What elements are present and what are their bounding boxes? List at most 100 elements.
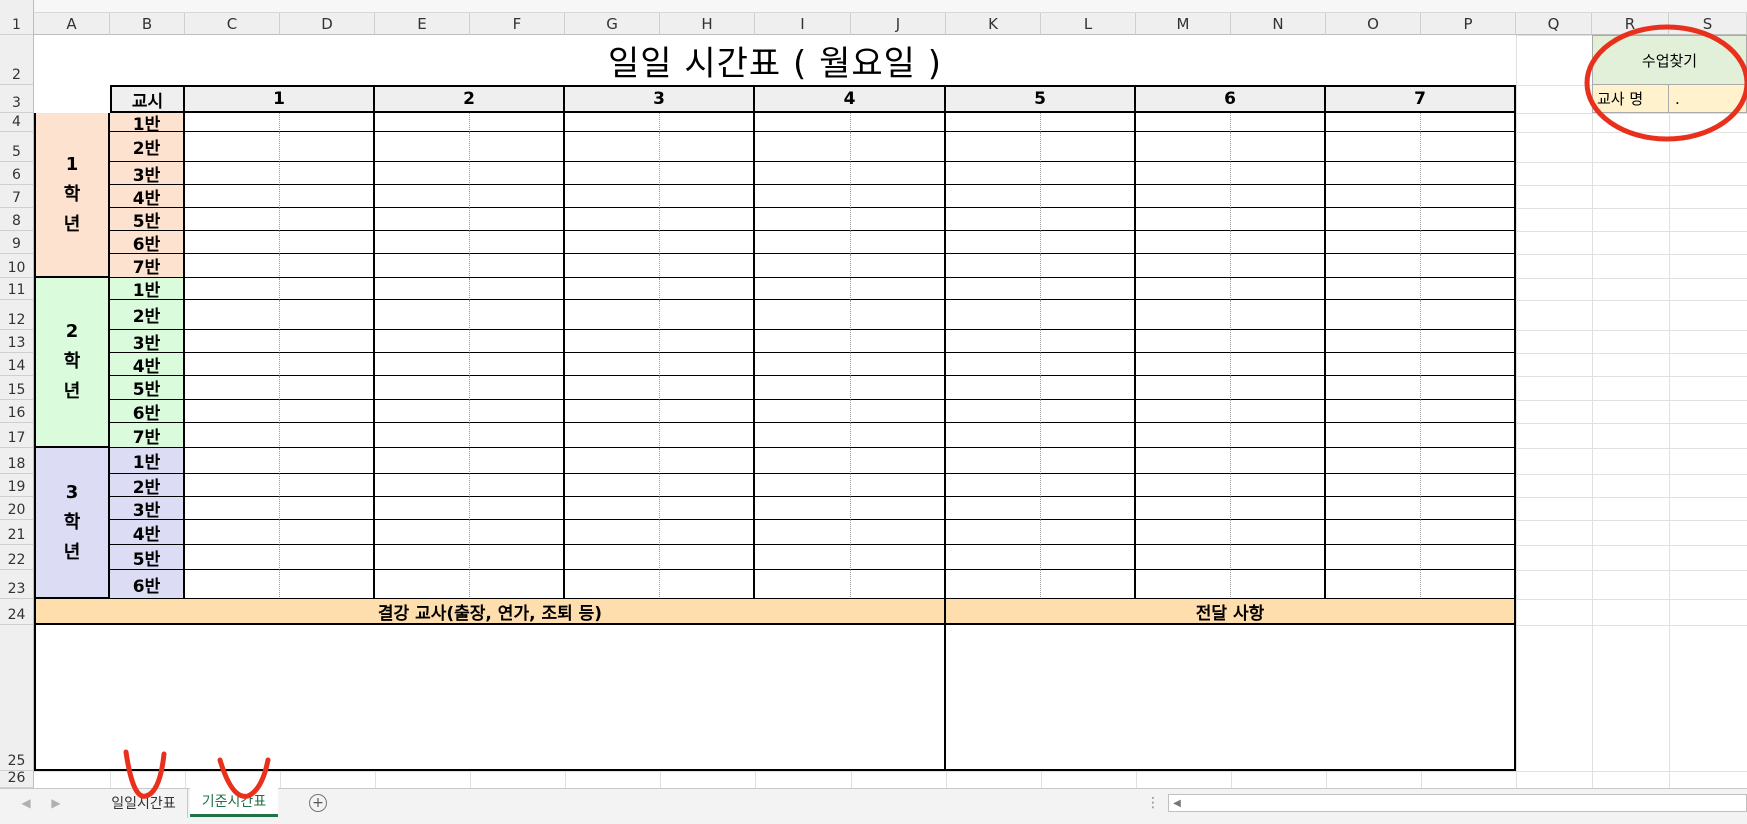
row-header-23[interactable]: 23 — [0, 570, 34, 599]
timetable-cell[interactable] — [470, 400, 565, 423]
timetable-cell[interactable] — [1326, 254, 1421, 278]
timetable-cell[interactable] — [1231, 185, 1326, 208]
timetable-cell[interactable] — [280, 474, 375, 497]
timetable-cell[interactable] — [755, 376, 851, 400]
timetable-cell[interactable] — [1421, 162, 1516, 185]
timetable-cell[interactable] — [1136, 353, 1231, 376]
timetable-cell[interactable] — [1421, 185, 1516, 208]
timetable-cell[interactable] — [470, 300, 565, 330]
column-header-Q[interactable]: Q — [1516, 13, 1592, 35]
timetable-cell[interactable] — [375, 132, 470, 162]
timetable-cell[interactable] — [946, 520, 1041, 545]
timetable-cell[interactable] — [185, 208, 280, 231]
add-sheet-icon[interactable]: + — [309, 794, 327, 812]
column-header-J[interactable]: J — [851, 13, 946, 35]
timetable-cell[interactable] — [375, 400, 470, 423]
timetable-cell[interactable] — [280, 330, 375, 353]
timetable-cell[interactable] — [1136, 113, 1231, 132]
timetable-cell[interactable] — [1231, 300, 1326, 330]
timetable-cell[interactable] — [470, 278, 565, 300]
row-header-14[interactable]: 14 — [0, 353, 34, 376]
timetable-cell[interactable] — [851, 474, 946, 497]
row-header-5[interactable]: 5 — [0, 132, 34, 162]
horizontal-scrollbar[interactable] — [1168, 794, 1747, 812]
timetable-cell[interactable] — [470, 132, 565, 162]
scroll-left-icon[interactable]: ◀ — [18, 795, 34, 811]
timetable-cell[interactable] — [1326, 231, 1421, 254]
timetable-cell[interactable] — [1326, 448, 1421, 474]
timetable-cell[interactable] — [470, 185, 565, 208]
timetable-cell[interactable] — [851, 300, 946, 330]
timetable-cell[interactable] — [280, 400, 375, 423]
timetable-cell[interactable] — [660, 278, 755, 300]
timetable-cell[interactable] — [1041, 570, 1136, 599]
timetable-cell[interactable] — [185, 132, 280, 162]
timetable-cell[interactable] — [470, 353, 565, 376]
column-header-K[interactable]: K — [946, 13, 1041, 35]
timetable-cell[interactable] — [1136, 520, 1231, 545]
timetable-cell[interactable] — [375, 185, 470, 208]
timetable-cell[interactable] — [1041, 330, 1136, 353]
timetable-cell[interactable] — [1231, 520, 1326, 545]
timetable-cell[interactable] — [660, 208, 755, 231]
timetable-cell[interactable] — [851, 162, 946, 185]
timetable-cell[interactable] — [851, 497, 946, 520]
timetable-cell[interactable] — [185, 520, 280, 545]
timetable-cell[interactable] — [280, 208, 375, 231]
splitter-handle-icon[interactable]: ⋮ — [1146, 792, 1160, 814]
timetable-cell[interactable] — [470, 231, 565, 254]
timetable-cell[interactable] — [1231, 278, 1326, 300]
row-header-17[interactable]: 17 — [0, 423, 34, 448]
timetable-cell[interactable] — [851, 545, 946, 570]
timetable-cell[interactable] — [280, 353, 375, 376]
timetable-cell[interactable] — [1136, 254, 1231, 278]
timetable-cell[interactable] — [565, 545, 660, 570]
timetable-cell[interactable] — [946, 400, 1041, 423]
timetable-cell[interactable] — [1136, 300, 1231, 330]
timetable-cell[interactable] — [1421, 423, 1516, 448]
timetable-cell[interactable] — [565, 570, 660, 599]
timetable-cell[interactable] — [375, 231, 470, 254]
timetable-cell[interactable] — [375, 300, 470, 330]
timetable-cell[interactable] — [1231, 497, 1326, 520]
timetable-cell[interactable] — [755, 400, 851, 423]
row-header-24[interactable]: 24 — [0, 599, 34, 625]
timetable-cell[interactable] — [851, 208, 946, 231]
column-header-F[interactable]: F — [470, 13, 565, 35]
timetable-cell[interactable] — [185, 278, 280, 300]
timetable-cell[interactable] — [1421, 497, 1516, 520]
timetable-cell[interactable] — [1421, 376, 1516, 400]
timetable-cell[interactable] — [1136, 545, 1231, 570]
timetable-cell[interactable] — [946, 231, 1041, 254]
timetable-cell[interactable] — [1326, 353, 1421, 376]
timetable-cell[interactable] — [1136, 231, 1231, 254]
column-header-A[interactable]: A — [34, 13, 110, 35]
scrollbar-left-arrow-icon[interactable]: ◀ — [1168, 794, 1186, 812]
column-header-G[interactable]: G — [565, 13, 660, 35]
timetable-cell[interactable] — [470, 254, 565, 278]
timetable-cell[interactable] — [1041, 423, 1136, 448]
row-header-15[interactable]: 15 — [0, 376, 34, 400]
timetable-cell[interactable] — [185, 231, 280, 254]
column-header-R[interactable]: R — [1592, 13, 1669, 35]
timetable-cell[interactable] — [280, 132, 375, 162]
timetable-cell[interactable] — [755, 231, 851, 254]
timetable-cell[interactable] — [1421, 132, 1516, 162]
timetable-cell[interactable] — [185, 254, 280, 278]
timetable-cell[interactable] — [565, 132, 660, 162]
timetable-cell[interactable] — [565, 376, 660, 400]
timetable-cell[interactable] — [946, 448, 1041, 474]
timetable-cell[interactable] — [1421, 570, 1516, 599]
timetable-cell[interactable] — [755, 113, 851, 132]
timetable-cell[interactable] — [946, 353, 1041, 376]
timetable-cell[interactable] — [280, 231, 375, 254]
timetable-cell[interactable] — [1326, 423, 1421, 448]
timetable-cell[interactable] — [1421, 353, 1516, 376]
timetable-cell[interactable] — [565, 423, 660, 448]
timetable-cell[interactable] — [1326, 185, 1421, 208]
timetable-cell[interactable] — [946, 423, 1041, 448]
timetable-cell[interactable] — [375, 113, 470, 132]
timetable-cell[interactable] — [1421, 300, 1516, 330]
timetable-cell[interactable] — [375, 162, 470, 185]
timetable-cell[interactable] — [1326, 300, 1421, 330]
